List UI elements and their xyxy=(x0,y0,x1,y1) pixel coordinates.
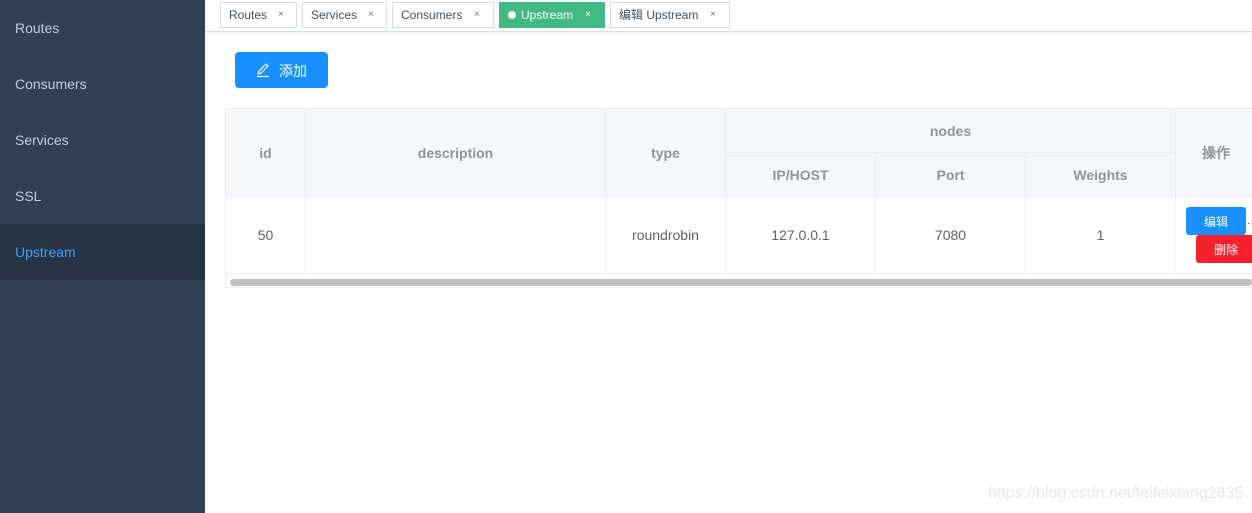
watermark: https://blog.csdn.net/feifeixiang2835 xyxy=(988,485,1244,502)
tags-view-bar: Routes × Services × Consumers × Upstream… xyxy=(205,0,1252,32)
edit-button[interactable]: 编辑 xyxy=(1186,207,1246,235)
cell-description xyxy=(306,197,606,274)
header-actions: 操作 xyxy=(1176,109,1252,197)
tag-services[interactable]: Services × xyxy=(302,2,387,28)
main-content: Routes × Services × Consumers × Upstream… xyxy=(205,0,1252,513)
tag-label: 编辑 Upstream xyxy=(619,8,699,22)
add-button[interactable]: 添加 xyxy=(235,52,328,88)
header-id[interactable]: id xyxy=(226,109,306,197)
sidebar-item-services[interactable]: Services xyxy=(0,112,205,168)
active-dot-icon xyxy=(508,11,516,19)
tag-label: Upstream xyxy=(521,8,574,22)
cell-id: 50 xyxy=(226,197,306,274)
horizontal-scrollbar[interactable] xyxy=(230,279,1252,286)
tag-label: Services xyxy=(311,8,358,22)
tag-label: Routes xyxy=(229,8,268,22)
sidebar-item-routes[interactable]: Routes xyxy=(0,0,205,56)
delete-button[interactable]: 删除 xyxy=(1196,235,1252,263)
header-nodes: nodes xyxy=(726,109,1176,153)
header-type[interactable]: type xyxy=(606,109,726,197)
sidebar-item-consumers[interactable]: Consumers xyxy=(0,56,205,112)
close-icon[interactable]: × xyxy=(585,3,591,27)
close-icon[interactable]: × xyxy=(710,3,716,27)
actions-overflow: ... xyxy=(1247,213,1252,227)
tag-label: Consumers xyxy=(401,8,463,22)
tag-consumers[interactable]: Consumers × xyxy=(392,2,494,28)
cell-port: 7080 xyxy=(876,197,1026,274)
tag-edit-upstream[interactable]: 编辑 Upstream × xyxy=(610,2,730,28)
header-port[interactable]: Port xyxy=(876,153,1026,197)
close-icon[interactable]: × xyxy=(278,3,284,27)
add-button-label: 添加 xyxy=(279,63,307,79)
edit-pen-icon xyxy=(257,63,269,78)
upstream-table: id description type nodes IP/HOST Port W… xyxy=(225,108,1252,288)
sidebar: Routes Consumers Services SSL Upstream xyxy=(0,0,205,513)
cell-ip-host: 127.0.0.1 xyxy=(726,197,876,274)
tag-routes[interactable]: Routes × xyxy=(220,2,297,28)
cell-weights: 1 xyxy=(1026,197,1176,274)
cell-type: roundrobin xyxy=(606,197,726,274)
tag-upstream[interactable]: Upstream × xyxy=(499,2,605,28)
close-icon[interactable]: × xyxy=(368,3,374,27)
header-description[interactable]: description xyxy=(306,109,606,197)
sidebar-item-ssl[interactable]: SSL xyxy=(0,168,205,224)
header-weights[interactable]: Weights xyxy=(1026,153,1176,197)
sidebar-item-upstream[interactable]: Upstream xyxy=(0,224,205,280)
close-icon[interactable]: × xyxy=(474,3,480,27)
header-ip-host[interactable]: IP/HOST xyxy=(726,153,876,197)
